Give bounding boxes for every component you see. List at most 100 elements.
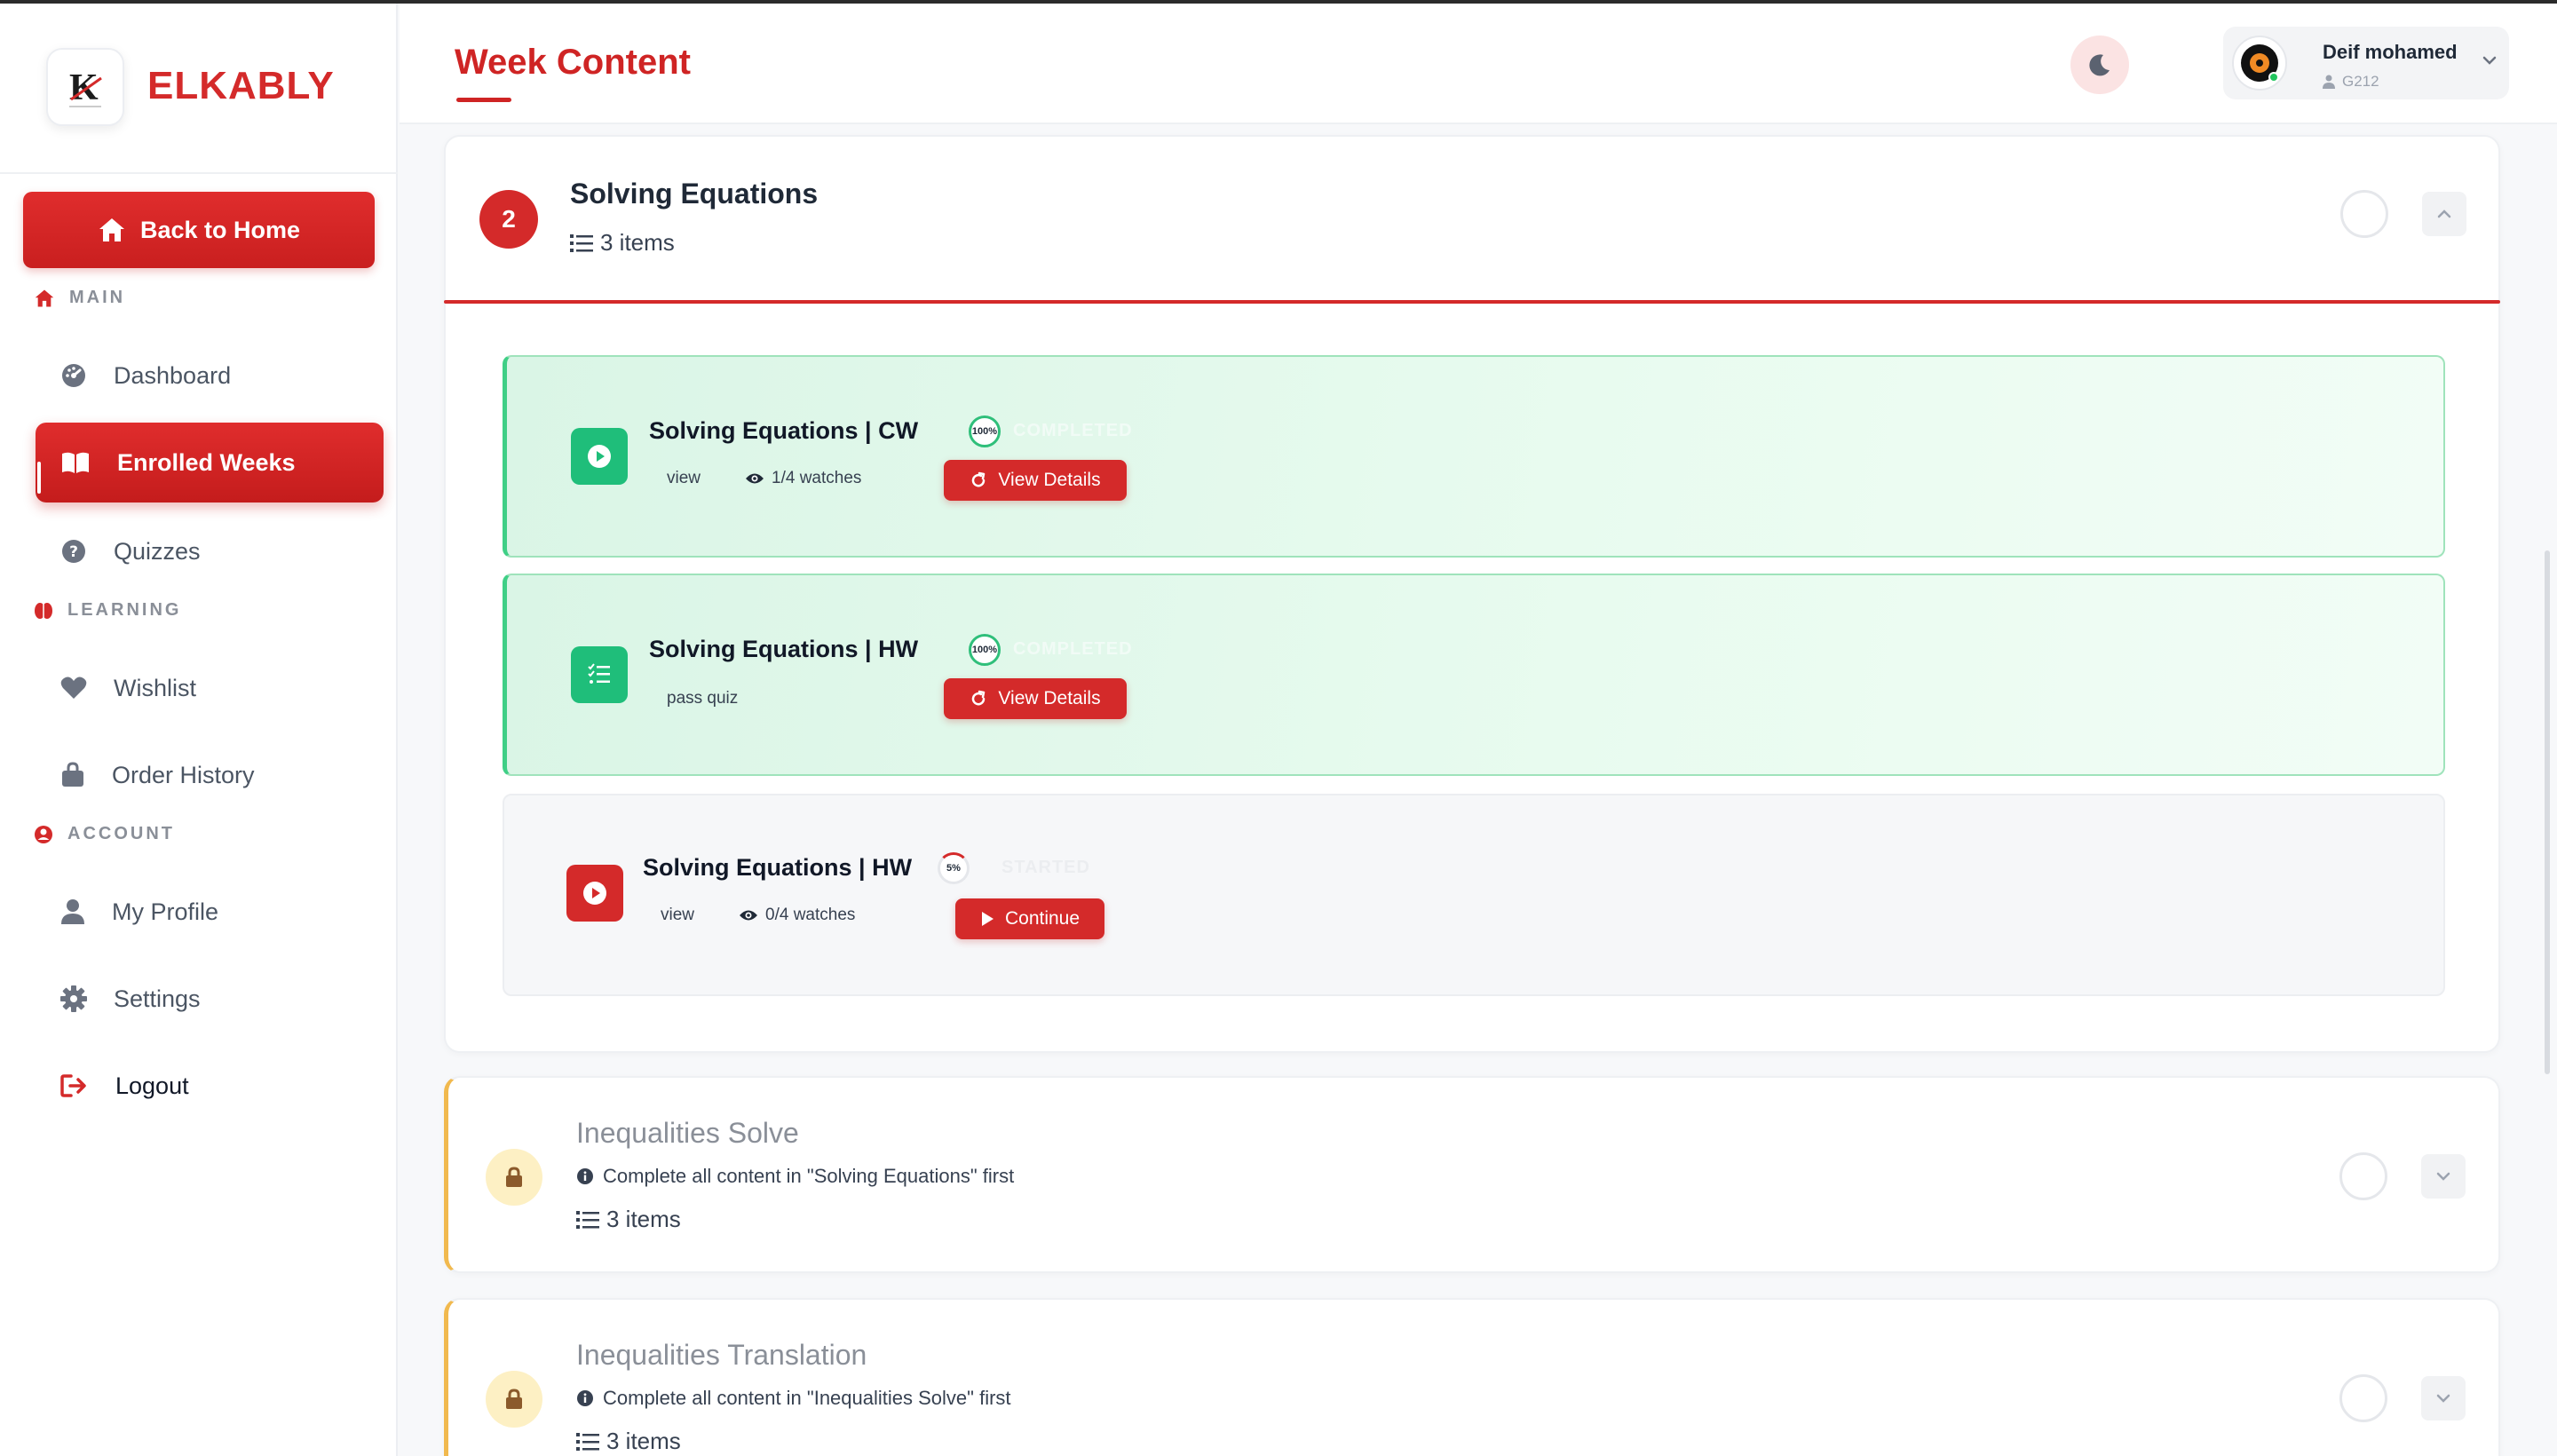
avatar [2232,36,2287,91]
brand-name[interactable]: ELKABLY [147,64,335,108]
topic-items-label: 3 items [606,1206,681,1232]
topic-card-locked[interactable]: Inequalities Translation Complete all co… [444,1298,2500,1456]
sidebar-item-label: Wishlist [114,674,196,701]
page-scrollbar[interactable] [2545,550,2550,1074]
user-name: Deif mohamed [2323,41,2458,63]
brain-icon [35,602,52,619]
redo-icon [972,471,986,487]
button-label: Continue [1004,908,1081,929]
sidebar-item-quizzes[interactable]: ? Quizzes [36,511,384,591]
continue-button[interactable]: Continue [955,898,1104,939]
chevron-down-icon [2482,56,2497,65]
logo-k-icon: K [69,67,102,108]
progress-badge: 100% [969,634,1001,666]
brand-header: K ELKABLY [0,0,398,174]
watch-count-text: 0/4 watches [765,906,856,924]
content-item: Solving Equations | HW pass quiz 100% CO… [503,574,2445,776]
topic-progress-ring [2340,190,2388,238]
view-details-button[interactable]: View Details [944,460,1127,501]
topic-card-open: 2 Solving Equations 3 items Solving Equa… [444,135,2500,1053]
eye-icon [746,473,764,484]
progress-badge: 5% [938,852,970,884]
topic-title: Solving Equations [570,178,819,210]
expand-toggle-button[interactable] [2421,1376,2466,1420]
prerequisite-note: Complete all content in "Solving Equatio… [576,1165,1014,1188]
info-circle-icon [577,1168,593,1184]
play-circle-icon [588,445,611,468]
chevron-down-icon [2436,1172,2450,1181]
user-menu[interactable]: Deif mohamed G212 [2223,27,2509,99]
gear-icon [60,985,87,1012]
sidebar-item-label: Order History [112,761,255,788]
back-to-home-label: Back to Home [139,216,301,243]
content-title: Solving Equations | HW [649,636,919,662]
topic-title: Inequalities Translation [576,1339,867,1371]
content-item: Solving Equations | HW view 0/4 watches … [503,794,2445,996]
sidebar-item-enrolled-weeks[interactable]: Enrolled Weeks [36,423,384,502]
window-top-border [0,0,2557,4]
collapse-toggle-button[interactable] [2422,192,2466,236]
section-account-label: ACCOUNT [67,824,175,843]
prerequisite-text: Complete all content in "Solving Equatio… [603,1165,1015,1187]
top-header: Week Content Deif mohamed G212 [400,4,2557,124]
logout-icon [60,1074,86,1097]
sidebar-item-label: My Profile [112,898,219,925]
section-main-label: MAIN [69,288,126,307]
topic-items-label: 3 items [600,229,675,256]
back-to-home-button[interactable]: Back to Home [23,192,375,268]
topic-title: Inequalities Solve [576,1117,799,1149]
content-type: view [667,469,701,487]
question-circle-icon: ? [62,540,85,563]
sidebar-item-logout[interactable]: Logout [36,1046,384,1126]
shopping-bag-icon [62,762,83,787]
expand-toggle-button[interactable] [2421,1154,2466,1199]
sidebar-item-order-history[interactable]: Order History [36,735,384,815]
sidebar-item-settings[interactable]: Settings [36,959,384,1039]
chevron-up-icon [2437,210,2451,218]
sidebar: K ELKABLY Back to Home MAIN Dashboard En… [0,0,398,1456]
watch-count-text: 1/4 watches [772,469,862,487]
content-type: pass quiz [667,689,739,708]
video-item-icon [566,865,623,922]
topic-number-badge: 2 [479,190,538,249]
lock-badge [486,1371,542,1428]
svg-text:K: K [69,67,99,108]
sidebar-item-dashboard[interactable]: Dashboard [36,336,384,415]
eye-icon [740,910,757,921]
sidebar-item-label: Logout [115,1072,189,1099]
user-code-text: G212 [2342,73,2379,90]
svg-text:?: ? [69,543,78,561]
view-details-button[interactable]: View Details [944,678,1127,719]
gauge-icon [62,364,85,387]
heart-icon [60,677,87,699]
topic-progress-ring [2339,1152,2387,1200]
brand-logo[interactable]: K [46,48,124,126]
topic-card-locked[interactable]: Inequalities Solve Complete all content … [444,1076,2500,1273]
sidebar-item-label: Enrolled Weeks [117,448,296,476]
content-title: Solving Equations | HW [643,854,913,881]
lock-icon [506,1389,522,1409]
home-icon [99,218,124,241]
lock-badge [486,1149,542,1206]
user-tie-icon [2323,75,2335,89]
list-icon [576,1432,599,1451]
sidebar-item-label: Quizzes [114,537,201,565]
button-label: View Details [998,470,1101,490]
chevron-down-icon [2436,1394,2450,1403]
sidebar-item-wishlist[interactable]: Wishlist [36,648,384,728]
status-text: COMPLETED [1013,639,1133,659]
prerequisite-note: Complete all content in "Inequalities So… [576,1387,1011,1410]
progress-badge: 100% [969,415,1001,447]
page-title: Week Content [455,43,691,82]
watch-count: 1/4 watches [745,469,861,488]
list-icon [570,233,593,252]
content-title: Solving Equations | CW [649,417,919,444]
moon-icon [2089,54,2110,76]
sidebar-item-my-profile[interactable]: My Profile [36,872,384,952]
video-item-icon [571,428,628,485]
vinyl-avatar-icon [2241,44,2279,83]
info-circle-icon [577,1390,593,1406]
topic-items-count: 3 items [576,1428,681,1455]
status-text: STARTED [1001,858,1090,877]
theme-toggle-button[interactable] [2070,36,2129,94]
